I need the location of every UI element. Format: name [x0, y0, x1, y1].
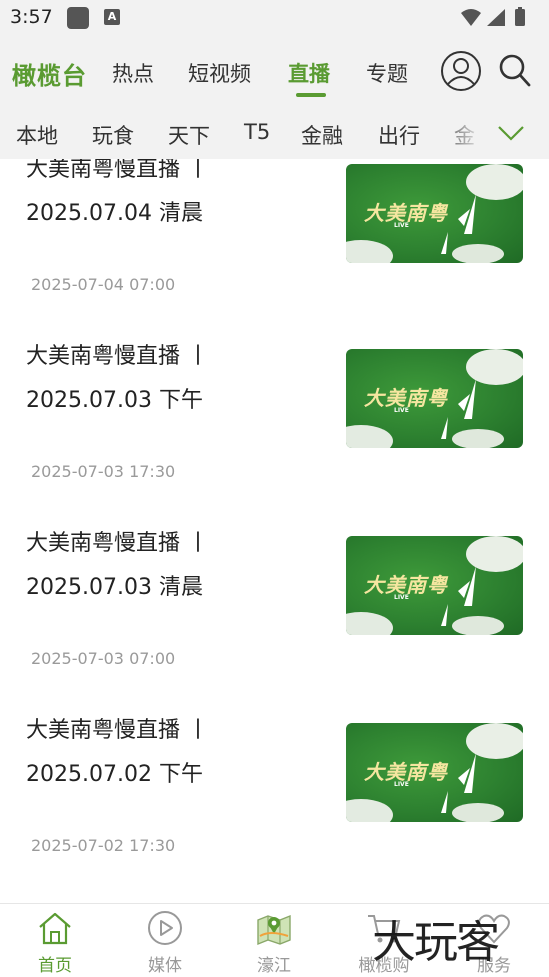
nav-media-label: 媒体: [148, 956, 182, 976]
status-bar: 3:57 A: [0, 0, 549, 36]
item-time: 2025-07-03 07:00: [31, 649, 176, 668]
tab-short-video[interactable]: 短视频: [188, 58, 251, 88]
wifi-icon: [461, 9, 481, 26]
item-time: 2025-07-03 17:30: [31, 462, 176, 481]
category-local[interactable]: 本地: [16, 120, 58, 150]
nav-macau[interactable]: 濠江: [234, 904, 314, 977]
category-finance[interactable]: 金融: [301, 120, 343, 150]
list-item[interactable]: 大美南粤慢直播 丨 2025.07.03 下午 2025-07-03 17:30…: [0, 320, 549, 507]
item-thumbnail[interactable]: 大美南粤 LIVE: [346, 723, 523, 822]
search-icon[interactable]: [498, 53, 532, 89]
thumbnail-live-badge: LIVE: [394, 222, 409, 229]
chevron-down-icon[interactable]: [496, 122, 526, 144]
category-travel[interactable]: 出行: [378, 120, 420, 150]
thumbnail-live-badge: LIVE: [394, 781, 409, 788]
item-thumbnail[interactable]: 大美南粤 LIVE: [346, 164, 523, 263]
category-bar: 本地 玩食 天下 T5 金融 出行 金: [0, 106, 549, 159]
battery-icon: [515, 9, 525, 26]
status-time: 3:57: [10, 6, 53, 28]
top-header: 橄榄台 热点 短视频 直播 专题: [0, 36, 549, 106]
list-item[interactable]: 大美南粤慢直播 丨 2025.07.04 清晨 2025-07-04 07:00…: [0, 159, 549, 320]
tab-topics[interactable]: 专题: [366, 58, 408, 88]
user-icon[interactable]: [440, 50, 482, 92]
thumbnail-live-badge: LIVE: [394, 407, 409, 414]
category-world[interactable]: 天下: [168, 120, 210, 150]
watermark: 大玩客: [372, 917, 500, 968]
item-title-line1: 大美南粤慢直播 丨: [26, 531, 209, 556]
signal-icon: [487, 9, 505, 26]
item-title-line1: 大美南粤慢直播 丨: [26, 344, 209, 369]
app-notification-icon: [67, 7, 89, 29]
thumbnail-live-badge: LIVE: [394, 594, 409, 601]
item-thumbnail[interactable]: 大美南粤 LIVE: [346, 536, 523, 635]
list-item[interactable]: 大美南粤慢直播 丨 2025.07.03 清晨 2025-07-03 07:00…: [0, 507, 549, 694]
map-icon: [257, 914, 291, 946]
item-time: 2025-07-04 07:00: [31, 275, 176, 294]
item-time: 2025-07-02 17:30: [31, 836, 176, 855]
item-title-line1: 大美南粤慢直播 丨: [26, 159, 209, 182]
item-title-line2: 2025.07.02 下午: [26, 762, 203, 787]
tab-live[interactable]: 直播: [288, 58, 330, 88]
status-icons: [461, 7, 525, 26]
category-food[interactable]: 玩食: [92, 120, 134, 150]
nav-home-label: 首页: [38, 956, 72, 976]
category-t5[interactable]: T5: [244, 120, 270, 144]
item-title-line2: 2025.07.03 清晨: [26, 575, 203, 600]
item-title-line2: 2025.07.03 下午: [26, 388, 203, 413]
category-fade: [432, 106, 549, 159]
item-title-line2: 2025.07.04 清晨: [26, 201, 203, 226]
home-icon: [39, 912, 71, 945]
item-thumbnail[interactable]: 大美南粤 LIVE: [346, 349, 523, 448]
play-icon: [148, 911, 182, 945]
app-badge-icon: A: [104, 9, 120, 25]
nav-macau-label: 濠江: [257, 956, 291, 976]
brand-logo[interactable]: 橄榄台: [12, 56, 87, 91]
item-title-line1: 大美南粤慢直播 丨: [26, 718, 209, 743]
nav-home[interactable]: 首页: [15, 904, 95, 977]
nav-media[interactable]: 媒体: [125, 904, 205, 977]
live-list: 大美南粤慢直播 丨 2025.07.04 清晨 2025-07-04 07:00…: [0, 159, 549, 903]
tab-hot[interactable]: 热点: [112, 58, 154, 88]
active-tab-indicator: [296, 93, 326, 97]
list-item[interactable]: 大美南粤慢直播 丨 2025.07.02 下午 2025-07-02 17:30…: [0, 694, 549, 881]
